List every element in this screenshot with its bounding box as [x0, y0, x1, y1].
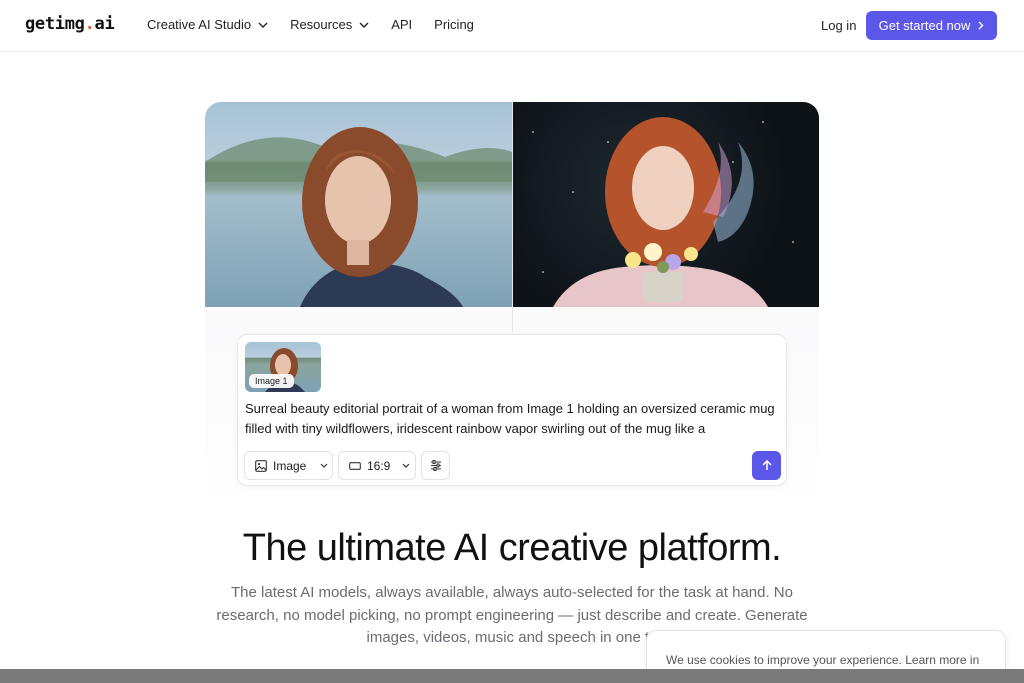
aspect-ratio-value: 16:9: [367, 458, 391, 473]
generated-portrait-image: [513, 102, 819, 307]
sliders-icon: [430, 460, 441, 471]
chevron-right-icon: [978, 21, 984, 30]
menu-pricing[interactable]: Pricing: [434, 17, 474, 32]
portrait-illustration: [205, 127, 512, 307]
prompt-input[interactable]: Surreal beauty editorial portrait of a w…: [245, 399, 785, 439]
menu-api[interactable]: API: [391, 17, 412, 32]
submit-prompt-button[interactable]: [752, 451, 781, 480]
aspect-ratio-icon: [349, 461, 361, 470]
prompt-composer: Image 1 Surreal beauty editorial portrai…: [237, 334, 787, 486]
menu-creative-ai-studio[interactable]: Creative AI Studio: [147, 17, 268, 32]
top-navigation: getimg.ai Creative AI Studio Resources A…: [0, 0, 1024, 52]
menu-label: Creative AI Studio: [147, 17, 252, 32]
arrow-up-icon: [761, 460, 772, 470]
aspect-ratio-select[interactable]: 16:9: [338, 451, 416, 480]
settings-button[interactable]: [421, 451, 450, 480]
logo[interactable]: getimg.ai: [25, 14, 115, 34]
menu-label: Resources: [290, 17, 353, 32]
reference-image-label: Image 1: [249, 374, 294, 388]
output-type-select[interactable]: Image: [244, 451, 333, 480]
main-menu: Creative AI Studio Resources API Pricing: [147, 17, 496, 32]
bottom-overlay-bar: [0, 669, 1024, 683]
chevron-down-icon: [402, 463, 410, 468]
chevron-down-icon: [359, 22, 369, 28]
menu-resources[interactable]: Resources: [290, 17, 369, 32]
get-started-button[interactable]: Get started now: [866, 11, 997, 40]
reference-image-thumbnail[interactable]: Image 1: [245, 342, 321, 392]
chevron-down-icon: [258, 22, 268, 28]
logo-tld: ai: [94, 14, 115, 34]
cookie-message: We use cookies to improve your experienc…: [666, 653, 980, 667]
output-type-value: Image: [273, 458, 307, 473]
chevron-down-icon: [320, 463, 328, 468]
hero-headline: The ultimate AI creative platform.: [242, 527, 782, 569]
image-icon: [255, 459, 267, 472]
surreal-portrait-illustration: [532, 117, 794, 307]
menu-label: API: [391, 17, 413, 32]
logo-wordmark: getimg: [25, 14, 85, 34]
logo-dot: .: [84, 14, 95, 34]
get-started-label: Get started now: [878, 18, 971, 33]
menu-label: Pricing: [434, 17, 474, 32]
original-portrait-image: [205, 102, 512, 307]
login-link[interactable]: Log in: [821, 18, 856, 33]
